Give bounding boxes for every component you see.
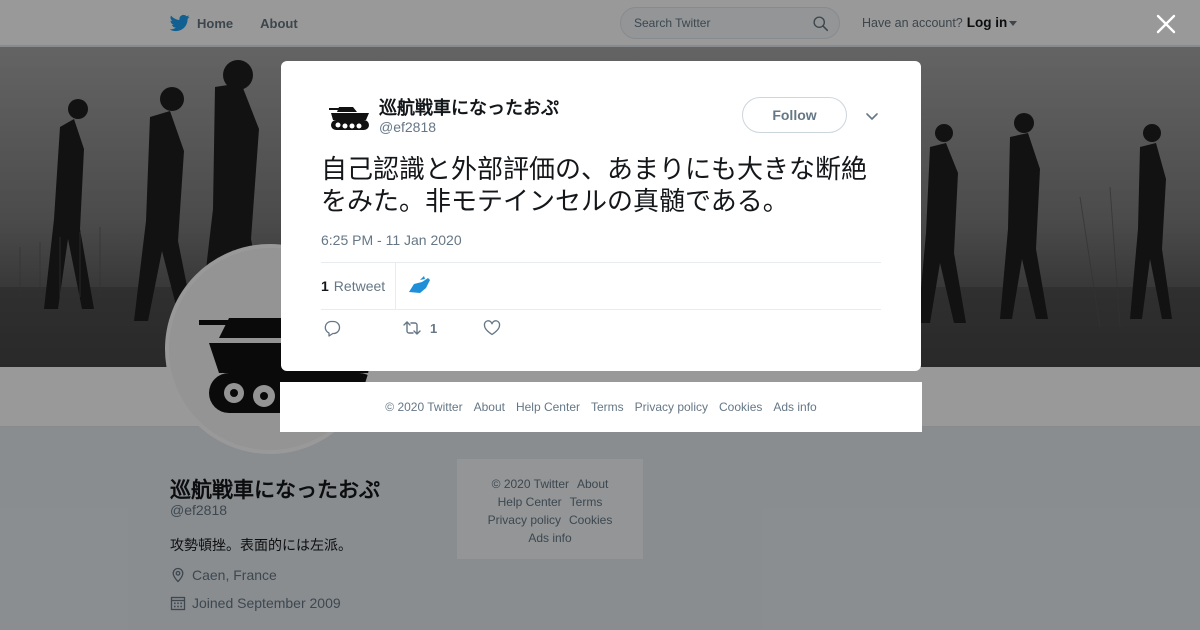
retweet-button[interactable]: 1 <box>403 319 437 337</box>
retweet-icon <box>403 321 421 335</box>
footer-cookies-link[interactable]: Cookies <box>719 400 762 414</box>
retweet-stat[interactable]: 1 Retweet <box>321 263 396 309</box>
modal-footer: © 2020 Twitter About Help Center Terms P… <box>280 382 922 432</box>
tweet-author-avatar[interactable] <box>321 91 373 143</box>
reply-button[interactable] <box>323 319 341 337</box>
footer-about-link[interactable]: About <box>474 400 505 414</box>
footer-ads-link[interactable]: Ads info <box>773 400 816 414</box>
retweet-stat-count: 1 <box>321 278 329 294</box>
chevron-down-icon[interactable] <box>865 109 879 123</box>
tweet-permalink-modal: 巡航戦車になったおぷ @ef2818 Follow 自己認識と外部評価の、あまり… <box>281 61 921 371</box>
tank-avatar-small <box>321 91 373 143</box>
close-icon[interactable] <box>1155 13 1177 35</box>
tweet-text: 自己認識と外部評価の、あまりにも大きな断絶をみた。非モテインセルの真髄である。 <box>321 154 868 216</box>
retweet-action-count: 1 <box>430 320 438 336</box>
footer-terms-link[interactable]: Terms <box>591 400 624 414</box>
tweet-timestamp[interactable]: 6:25 PM - 11 Jan 2020 <box>321 232 462 248</box>
like-button[interactable] <box>483 319 501 337</box>
follow-button[interactable]: Follow <box>742 97 847 133</box>
reply-icon <box>324 320 341 337</box>
retweeter-avatar[interactable] <box>406 274 432 298</box>
heart-icon <box>483 320 501 336</box>
footer-help-link[interactable]: Help Center <box>516 400 580 414</box>
footer-copyright: © 2020 Twitter <box>385 400 463 414</box>
tweet-author-name[interactable]: 巡航戦車になったおぷ <box>379 94 559 120</box>
tweet-author-handle[interactable]: @ef2818 <box>379 119 436 135</box>
tweet-stats: 1 Retweet <box>321 262 881 310</box>
footer-privacy-link[interactable]: Privacy policy <box>635 400 708 414</box>
retweet-stat-label: Retweet <box>333 278 386 294</box>
